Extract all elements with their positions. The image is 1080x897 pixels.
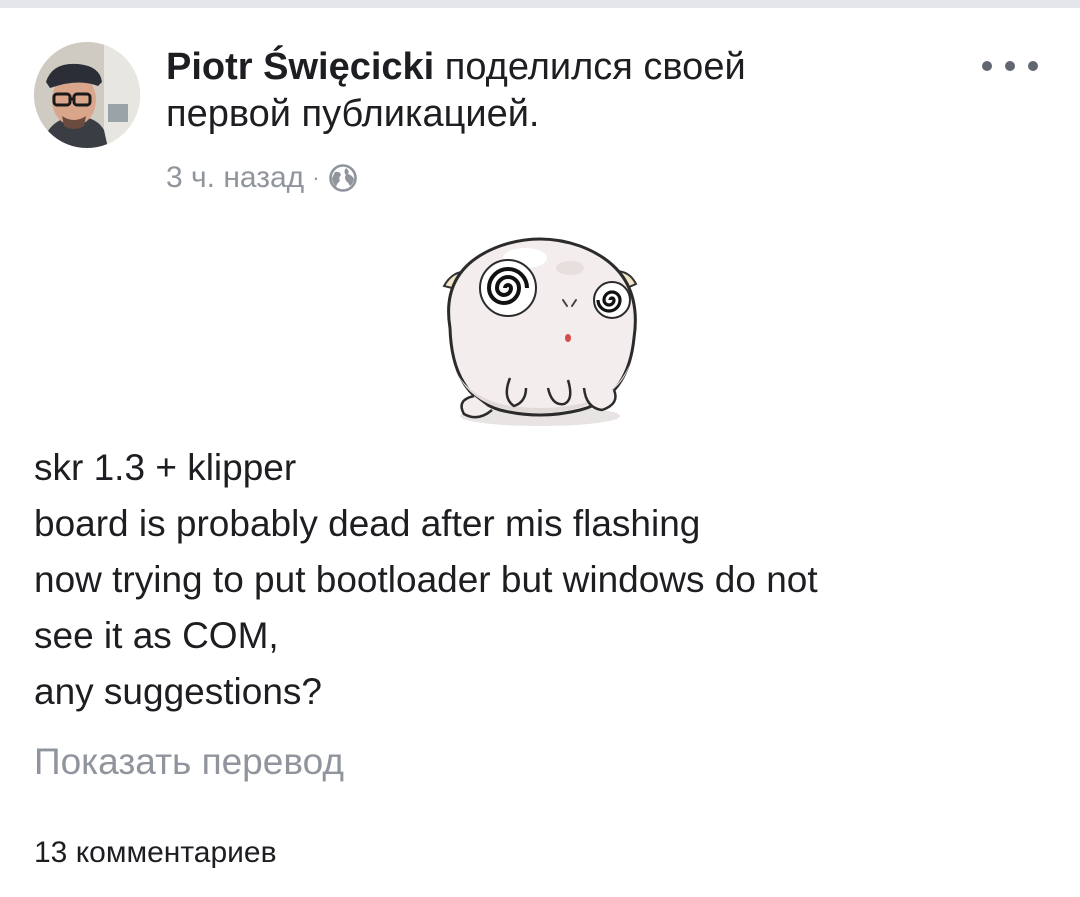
author-name[interactable]: Piotr Święcicki	[166, 46, 434, 88]
post-line: skr 1.3 + klipper	[34, 447, 297, 488]
post-line: now trying to put bootloader but windows…	[34, 559, 818, 600]
more-options-icon[interactable]	[982, 56, 1038, 76]
user-photo-icon	[34, 42, 140, 148]
more-dot	[1005, 61, 1015, 71]
timestamp[interactable]: 3 ч. назад	[166, 161, 304, 195]
globe-icon[interactable]	[328, 163, 358, 193]
dizzy-sticker-icon[interactable]	[430, 228, 650, 433]
show-translation-link[interactable]: Показать перевод	[34, 734, 344, 790]
more-dot	[1028, 61, 1038, 71]
action-text-line-2: первой публикацией.	[166, 93, 540, 135]
more-dot	[982, 61, 992, 71]
post-line: board is probably dead after mis flashin…	[34, 503, 701, 544]
post-meta: 3 ч. назад ·	[166, 158, 358, 198]
post-body: skr 1.3 + klipper board is probably dead…	[34, 440, 1034, 720]
comments-count-link[interactable]: 13 комментариев	[34, 828, 277, 878]
avatar[interactable]	[34, 42, 140, 148]
post-header-text: Piotr Święcicki поделился своей первой п…	[166, 44, 926, 138]
top-divider-bar	[0, 0, 1080, 8]
meta-separator: ·	[312, 165, 320, 190]
post-line: see it as COM,	[34, 615, 279, 656]
action-text-line-1: поделился своей	[434, 46, 746, 88]
post-line: any suggestions?	[34, 671, 322, 712]
